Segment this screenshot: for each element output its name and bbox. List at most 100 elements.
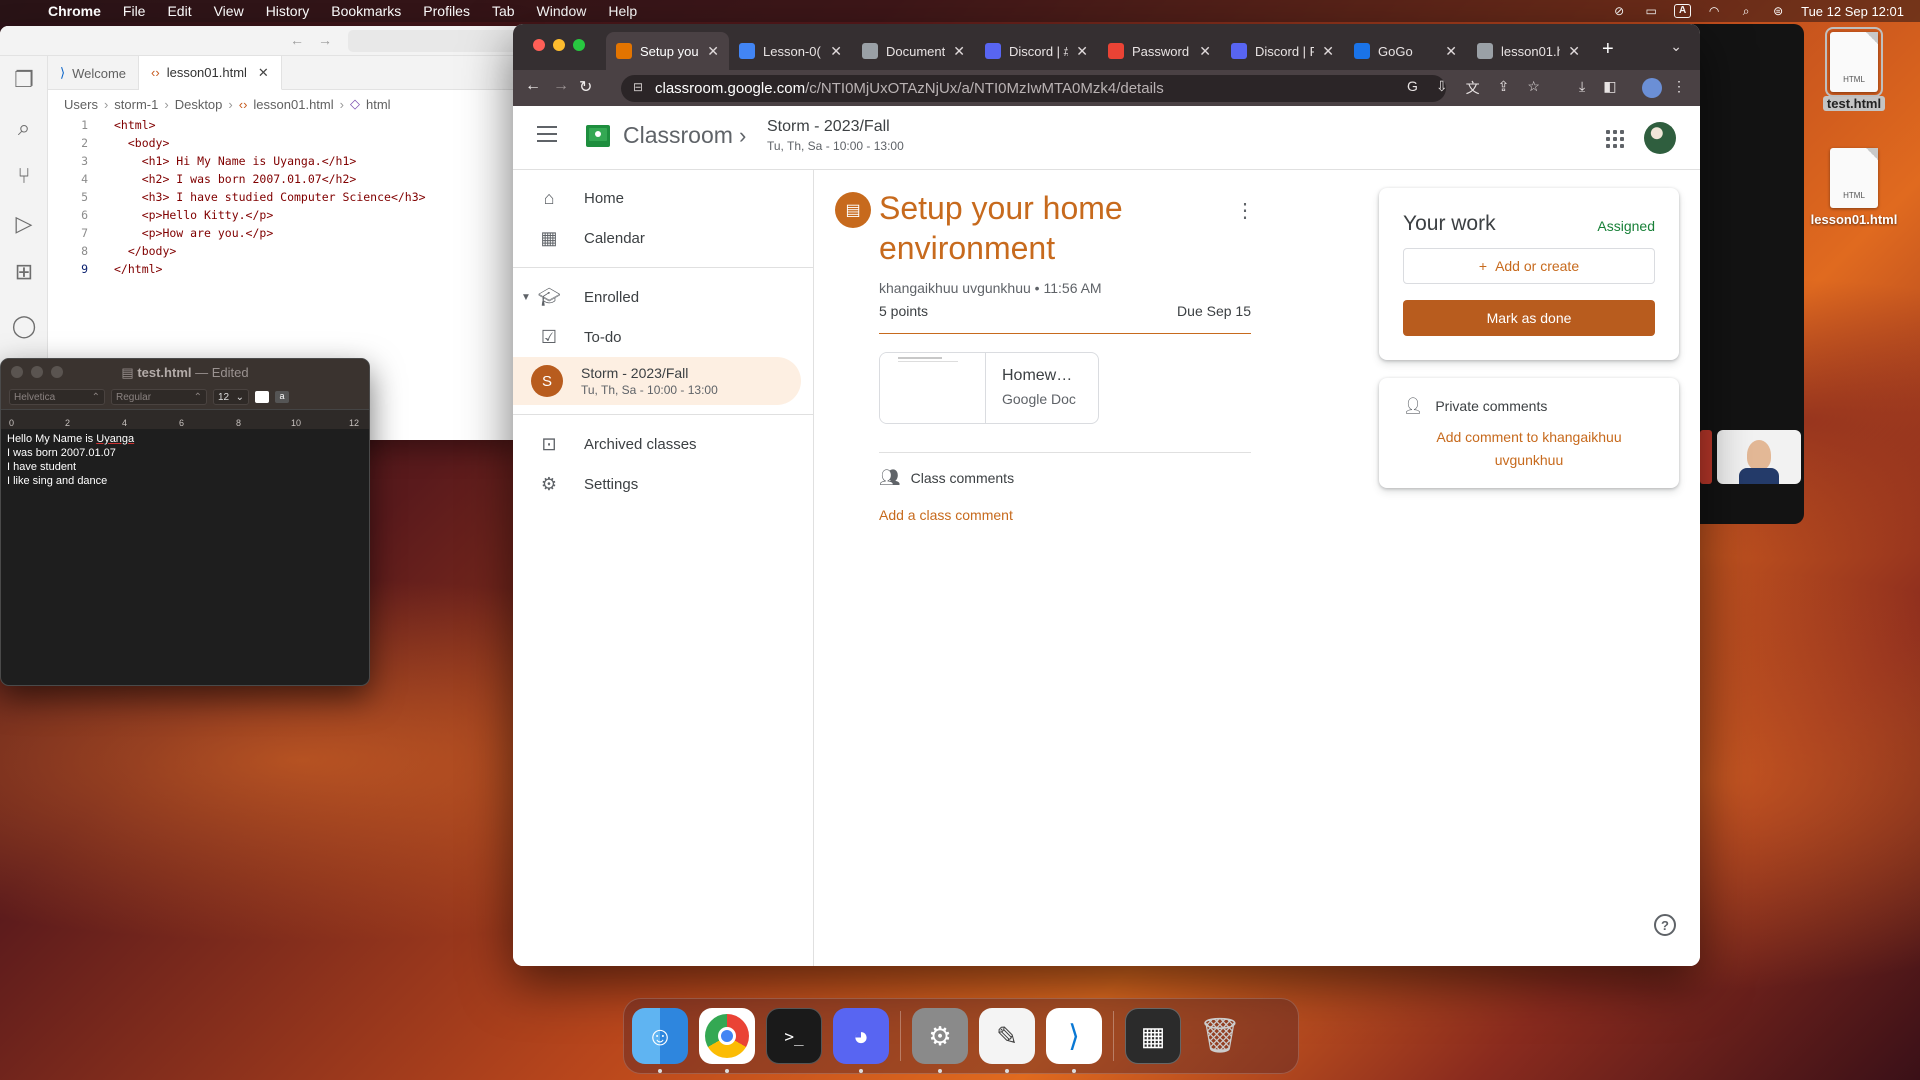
highlight-color-icon[interactable]: a [275, 391, 289, 403]
browser-tab[interactable]: Setup your ✕ [606, 32, 729, 70]
desktop-file-test-html[interactable]: HTML test.html [1804, 27, 1904, 113]
dock-chrome-icon[interactable] [699, 1008, 755, 1073]
close-tab-icon[interactable]: ✕ [1199, 43, 1211, 60]
app-name[interactable]: Classroom [623, 122, 733, 149]
dock-trash-icon[interactable]: 🗑︎ [1192, 1008, 1248, 1064]
tab-search-icon[interactable]: ⌄ [1670, 38, 1682, 55]
downloads-icon[interactable]: ⤓ [1579, 78, 1585, 95]
dock-screenshot-icon[interactable]: ▦ [1125, 1008, 1181, 1064]
breadcrumb-item[interactable]: Users [64, 97, 98, 112]
attachment-card[interactable]: Homew… Google Doc [879, 352, 1099, 424]
extensions-icon[interactable]: ⊞ [0, 248, 48, 296]
explorer-icon[interactable]: ❐ [0, 56, 48, 104]
menu-window[interactable]: Window [537, 3, 587, 19]
translate-icon[interactable]: 文 [1466, 78, 1480, 98]
forward-arrow-icon[interactable]: → [318, 32, 332, 48]
document-body[interactable]: Hello My Name is Uyanga I was born 2007.… [1, 429, 369, 491]
zoom-window-button[interactable] [573, 39, 585, 51]
breadcrumb-item[interactable]: html [366, 97, 391, 112]
close-window-button[interactable] [533, 39, 545, 51]
close-tab-icon[interactable]: ✕ [707, 43, 719, 60]
close-tab-icon[interactable]: ✕ [830, 43, 842, 60]
browser-tab[interactable]: Discord | # ✕ [975, 32, 1098, 70]
menu-app-name[interactable]: Chrome [48, 3, 101, 19]
sidebar-item-archived[interactable]: ⊡ Archived classes [513, 424, 813, 464]
sidebar-item-home[interactable]: ⌂ Home [513, 178, 813, 218]
mark-as-done-button[interactable]: Mark as done [1403, 300, 1655, 336]
google-lens-icon[interactable]: G [1407, 78, 1418, 98]
spotlight-search-icon[interactable]: ⌕ [1737, 4, 1755, 18]
font-family-select[interactable]: Helvetica ⌃ [9, 389, 105, 405]
side-panel-icon[interactable]: ◧ [1603, 78, 1616, 95]
dock-vscode-icon[interactable]: ⟩ [1046, 1008, 1102, 1073]
install-app-icon[interactable]: ⇩ [1436, 78, 1448, 98]
back-button[interactable]: ← [525, 77, 541, 95]
share-icon[interactable]: ⇪ [1498, 78, 1510, 98]
breadcrumb-item[interactable]: storm-1 [114, 97, 158, 112]
google-apps-icon[interactable] [1606, 130, 1624, 148]
text-color-swatch[interactable] [255, 391, 269, 403]
forward-button[interactable]: → [553, 77, 569, 95]
ruler[interactable]: 0 2 4 6 8 10 12 [1, 409, 369, 429]
browser-tab[interactable]: lesson01.h ✕ [1467, 32, 1590, 70]
source-control-icon[interactable]: ⑂ [0, 152, 48, 200]
tab-lesson01[interactable]: ‹› lesson01.html ✕ [139, 56, 282, 90]
browser-tab[interactable]: GoGo ✕ [1344, 32, 1467, 70]
close-tab-icon[interactable]: ✕ [1568, 43, 1580, 60]
breadcrumb-item[interactable]: Desktop [175, 97, 223, 112]
classroom-logo-icon[interactable] [586, 125, 610, 147]
dock-system-settings-icon[interactable]: ⚙ [912, 1008, 968, 1073]
tab-welcome[interactable]: ⟩ Welcome [48, 56, 140, 90]
browser-tab[interactable]: Lesson-0(✕ [729, 32, 852, 70]
menu-edit[interactable]: Edit [167, 3, 191, 19]
close-tab-icon[interactable]: ✕ [258, 65, 269, 81]
sidebar-item-calendar[interactable]: ▦ Calendar [513, 218, 813, 258]
run-debug-icon[interactable]: ▷ [0, 200, 48, 248]
command-center[interactable] [348, 30, 520, 52]
menu-clock[interactable]: Tue 12 Sep 12:01 [1801, 4, 1904, 19]
back-arrow-icon[interactable]: ← [290, 32, 304, 48]
menu-file[interactable]: File [123, 3, 146, 19]
font-size-select[interactable]: 12 ⌄ [213, 389, 249, 405]
close-tab-icon[interactable]: ✕ [1322, 43, 1334, 60]
menu-history[interactable]: History [266, 3, 310, 19]
sidebar-item-enrolled[interactable]: ▼ 🎓︎ Enrolled [513, 277, 813, 317]
add-private-comment-link[interactable]: Add comment to khangaikhuu uvgunkhuu [1403, 426, 1655, 472]
dock-finder-icon[interactable]: ☺ [632, 1008, 688, 1073]
mic-off-icon[interactable]: ⊘ [1610, 4, 1628, 18]
main-menu-icon[interactable] [537, 126, 557, 142]
menu-bookmarks[interactable]: Bookmarks [331, 3, 401, 19]
search-icon[interactable]: ⌕ [0, 104, 48, 152]
control-center-icon[interactable]: ⊜ [1769, 4, 1787, 18]
input-source-icon[interactable]: A [1674, 4, 1692, 18]
add-class-comment-link[interactable]: Add a class comment [879, 507, 1013, 523]
close-tab-icon[interactable]: ✕ [1445, 43, 1457, 60]
new-tab-button[interactable]: + [1602, 38, 1614, 61]
account-icon[interactable]: ◯ [0, 302, 48, 350]
browser-tab[interactable]: Discord | F ✕ [1221, 32, 1344, 70]
code-editor[interactable]: 1 <html> 2 <body> 3 <h1> Hi My Name is Uy… [48, 116, 520, 278]
video-thumbnail[interactable] [1717, 430, 1801, 484]
close-tab-icon[interactable]: ✕ [1076, 43, 1088, 60]
menu-help[interactable]: Help [608, 3, 637, 19]
browser-tab[interactable]: Document ✕ [852, 32, 975, 70]
sidebar-item-settings[interactable]: ⚙ Settings [513, 464, 813, 504]
minimize-window-button[interactable] [553, 39, 565, 51]
address-bar[interactable]: ⊟ classroom.google.com/c/NTI0MjUxOTAzNjU… [621, 75, 1446, 102]
font-style-select[interactable]: Regular ⌃ [111, 389, 207, 405]
dock-discord-icon[interactable]: ◕ [833, 1008, 889, 1073]
menu-tab[interactable]: Tab [492, 3, 515, 19]
add-or-create-button[interactable]: + Add or create [1403, 248, 1655, 284]
menu-profiles[interactable]: Profiles [423, 3, 470, 19]
account-avatar[interactable] [1644, 122, 1676, 154]
sidebar-item-todo[interactable]: ☑ To-do [513, 317, 813, 357]
dock-terminal-icon[interactable]: >_ [766, 1008, 822, 1064]
caret-down-icon[interactable]: ▼ [521, 292, 531, 303]
close-tab-icon[interactable]: ✕ [953, 43, 965, 60]
menu-view[interactable]: View [214, 3, 244, 19]
sidebar-item-class-storm[interactable]: S Storm - 2023/Fall Tu, Th, Sa - 10:00 -… [513, 357, 801, 405]
help-icon[interactable]: ? [1654, 914, 1676, 936]
browser-tab[interactable]: Password ✕ [1098, 32, 1221, 70]
dock-textedit-icon[interactable]: ✎ [979, 1008, 1035, 1073]
reload-button[interactable]: ↻ [579, 77, 592, 97]
